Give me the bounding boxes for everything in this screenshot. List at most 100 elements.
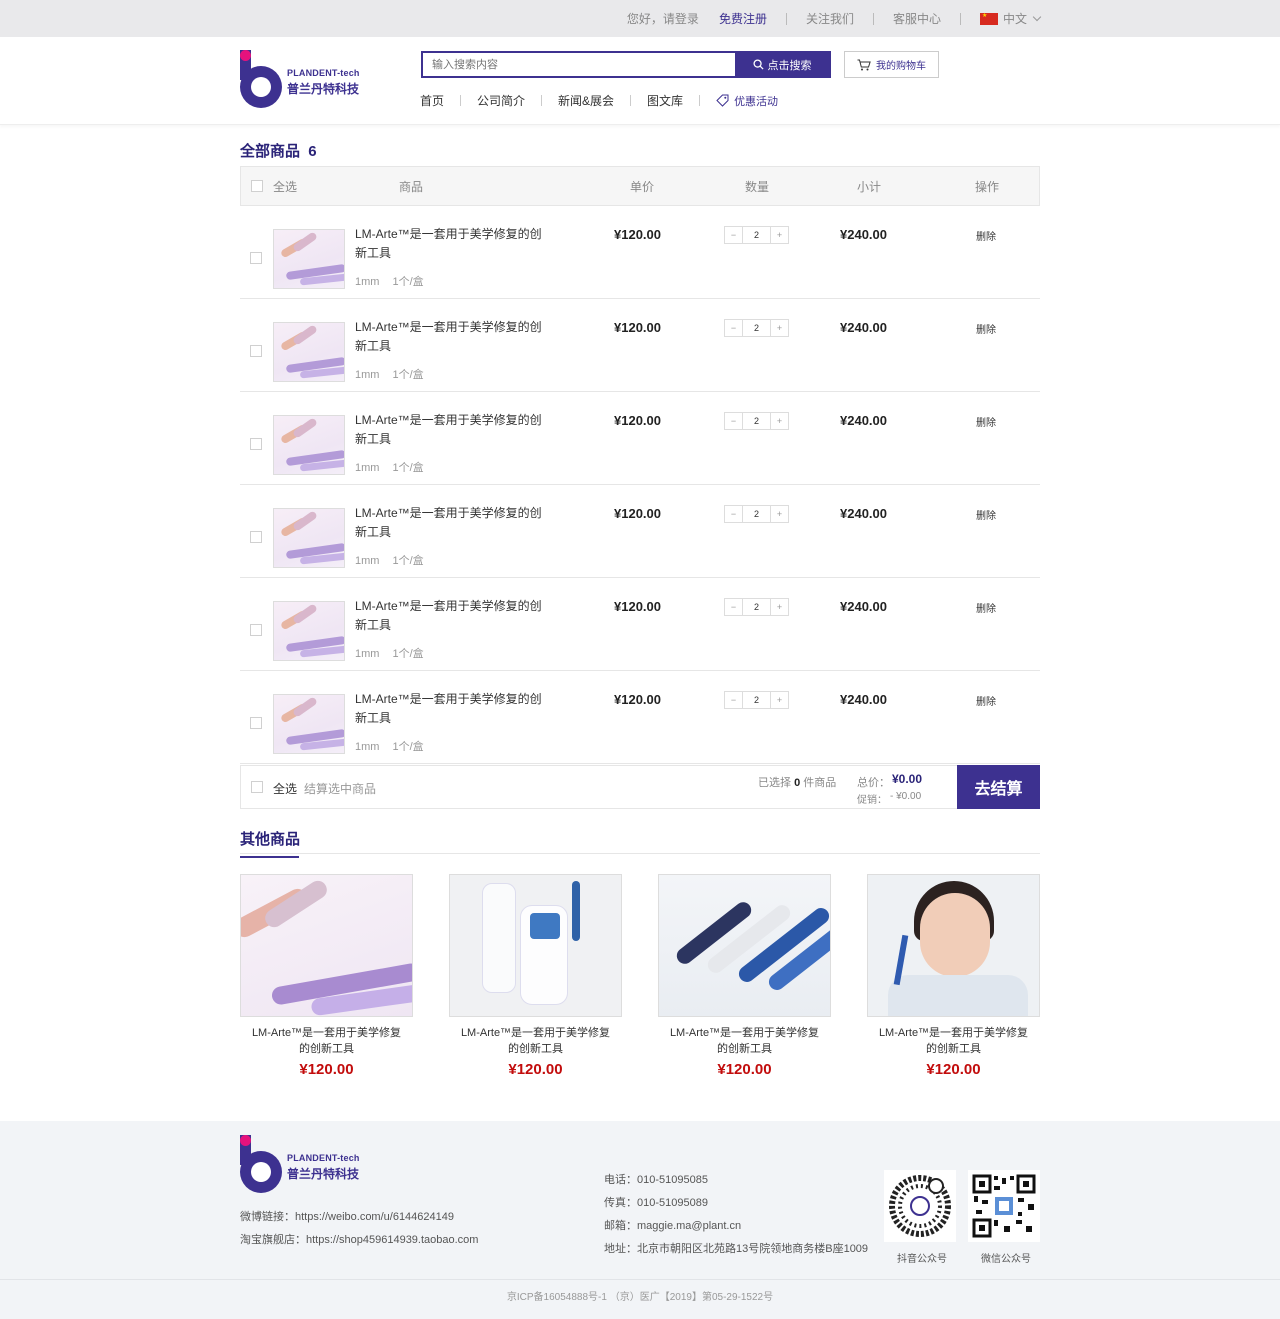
row-checkbox[interactable] bbox=[250, 717, 262, 729]
taobao-link[interactable]: 淘宝旗舰店：https://shop459614939.taobao.com bbox=[240, 1231, 478, 1247]
product-name[interactable]: LM-Arte™是一套用于美学修复的创新工具 bbox=[355, 318, 545, 356]
product-name[interactable]: LM-Arte™是一套用于美学修复的创新工具 bbox=[355, 504, 545, 542]
delete-button[interactable]: 删除 bbox=[976, 228, 996, 243]
my-cart-button[interactable]: 我的购物车 bbox=[844, 51, 939, 78]
decrement-button[interactable]: − bbox=[725, 413, 742, 429]
product-name[interactable]: LM-Arte™是一套用于美学修复的创新工具 bbox=[355, 597, 545, 635]
unit-price: ¥120.00 bbox=[614, 506, 661, 521]
product-card-title[interactable]: LM-Arte™是一套用于美学修复的创新工具 bbox=[658, 1025, 831, 1057]
row-checkbox[interactable] bbox=[250, 345, 262, 357]
product-thumbnail[interactable] bbox=[273, 601, 345, 661]
row-subtotal: ¥240.00 bbox=[840, 692, 887, 707]
row-checkbox[interactable] bbox=[250, 252, 262, 264]
delete-button[interactable]: 删除 bbox=[976, 414, 996, 429]
increment-button[interactable]: + bbox=[771, 320, 788, 336]
quantity-input[interactable]: 2 bbox=[742, 320, 771, 336]
divider bbox=[240, 853, 1040, 854]
delete-button[interactable]: 删除 bbox=[976, 507, 996, 522]
nav-news[interactable]: 新闻&展会 bbox=[558, 92, 614, 109]
service-center-link[interactable]: 客服中心 bbox=[893, 10, 941, 27]
douyin-qr-icon bbox=[889, 1175, 951, 1237]
brand-name-en: PLANDENT-tech bbox=[287, 1153, 360, 1163]
nav-promotions[interactable]: 优惠活动 bbox=[716, 93, 778, 109]
follow-us-link[interactable]: 关注我们 bbox=[806, 10, 854, 27]
product-name[interactable]: LM-Arte™是一套用于美学修复的创新工具 bbox=[355, 225, 545, 263]
delete-button[interactable]: 删除 bbox=[976, 600, 996, 615]
weibo-link[interactable]: 微博链接：https://weibo.com/u/6144624149 bbox=[240, 1208, 454, 1224]
product-thumbnail[interactable] bbox=[273, 229, 345, 289]
product-image[interactable] bbox=[658, 874, 831, 1017]
product-card-title[interactable]: LM-Arte™是一套用于美学修复的创新工具 bbox=[449, 1025, 622, 1057]
product-image[interactable] bbox=[867, 874, 1040, 1017]
login-link[interactable]: 您好，请登录 bbox=[627, 10, 699, 27]
brand-name-cn: 普兰丹特科技 bbox=[287, 82, 360, 96]
quantity-input[interactable]: 2 bbox=[742, 227, 771, 243]
select-all-checkbox[interactable] bbox=[251, 180, 263, 192]
delete-button[interactable]: 删除 bbox=[976, 693, 996, 708]
product-thumbnail[interactable] bbox=[273, 415, 345, 475]
unit-price: ¥120.00 bbox=[614, 692, 661, 707]
search-button[interactable]: 点击搜索 bbox=[735, 53, 829, 76]
language-selector[interactable]: 中文 bbox=[979, 10, 1042, 27]
product-card[interactable]: LM-Arte™是一套用于美学修复的创新工具 ¥120.00 bbox=[867, 874, 1040, 1078]
cart-row: LM-Arte™是一套用于美学修复的创新工具 1mm 1个/盒 ¥120.00 −2 + ¥… bbox=[240, 392, 1040, 485]
increment-button[interactable]: + bbox=[771, 506, 788, 522]
product-image[interactable] bbox=[240, 874, 413, 1017]
row-checkbox[interactable] bbox=[250, 531, 262, 543]
product-card[interactable]: LM-Arte™是一套用于美学修复的创新工具 ¥120.00 bbox=[449, 874, 622, 1078]
nav-home[interactable]: 首页 bbox=[420, 92, 444, 109]
product-name[interactable]: LM-Arte™是一套用于美学修复的创新工具 bbox=[355, 690, 545, 728]
promo-value: - ¥0.00 bbox=[890, 791, 922, 802]
product-thumbnail[interactable] bbox=[273, 508, 345, 568]
product-card[interactable]: LM-Arte™是一套用于美学修复的创新工具 ¥120.00 bbox=[240, 874, 413, 1078]
product-image[interactable] bbox=[449, 874, 622, 1017]
brand-logo[interactable]: PLANDENT-tech 普兰丹特科技 bbox=[240, 50, 370, 110]
footer-select-all-checkbox[interactable] bbox=[251, 781, 263, 793]
product-card-title[interactable]: LM-Arte™是一套用于美学修复的创新工具 bbox=[867, 1025, 1040, 1057]
product-spec: 1mm 1个/盒 bbox=[355, 738, 424, 754]
product-card[interactable]: LM-Arte™是一套用于美学修复的创新工具 ¥120.00 bbox=[658, 874, 831, 1078]
product-thumbnail[interactable] bbox=[273, 694, 345, 754]
increment-button[interactable]: + bbox=[771, 227, 788, 243]
header-select-all: 全选 bbox=[273, 179, 298, 194]
product-size: 1mm bbox=[355, 741, 380, 753]
decrement-button[interactable]: − bbox=[725, 692, 742, 708]
decrement-button[interactable]: − bbox=[725, 506, 742, 522]
quantity-input[interactable]: 2 bbox=[742, 413, 771, 429]
cart-count: 6 bbox=[308, 143, 317, 160]
footer-logo[interactable]: PLANDENT-tech 普兰丹特科技 bbox=[240, 1135, 370, 1195]
delete-button[interactable]: 删除 bbox=[976, 321, 996, 336]
site-footer: PLANDENT-tech 普兰丹特科技 微博链接：https://weibo.… bbox=[0, 1121, 1280, 1319]
my-cart-label: 我的购物车 bbox=[876, 61, 926, 72]
product-card-title[interactable]: LM-Arte™是一套用于美学修复的创新工具 bbox=[240, 1025, 413, 1057]
decrement-button[interactable]: − bbox=[725, 599, 742, 615]
quantity-input[interactable]: 2 bbox=[742, 506, 771, 522]
decrement-button[interactable]: − bbox=[725, 320, 742, 336]
site-header: PLANDENT-tech 普兰丹特科技 点击搜索 我的购物车 首页 公司简介 … bbox=[0, 37, 1280, 125]
header-product: 商品 bbox=[399, 179, 424, 194]
row-checkbox[interactable] bbox=[250, 624, 262, 636]
brand-name-en: PLANDENT-tech bbox=[287, 68, 360, 78]
search-input[interactable] bbox=[423, 53, 735, 76]
quantity-input[interactable]: 2 bbox=[742, 692, 771, 708]
footer-select-all-label[interactable]: 全选 bbox=[273, 780, 297, 797]
product-name[interactable]: LM-Arte™是一套用于美学修复的创新工具 bbox=[355, 411, 545, 449]
nav-about[interactable]: 公司简介 bbox=[477, 92, 525, 109]
increment-button[interactable]: + bbox=[771, 692, 788, 708]
checkout-selected-link[interactable]: 结算选中商品 bbox=[304, 780, 376, 797]
register-link[interactable]: 免费注册 bbox=[719, 10, 767, 27]
increment-button[interactable]: + bbox=[771, 413, 788, 429]
row-checkbox[interactable] bbox=[250, 438, 262, 450]
search-icon bbox=[752, 59, 764, 70]
product-card-price: ¥120.00 bbox=[926, 1061, 981, 1078]
quantity-input[interactable]: 2 bbox=[742, 599, 771, 615]
product-thumbnail[interactable] bbox=[273, 322, 345, 382]
cart-row: LM-Arte™是一套用于美学修复的创新工具 1mm 1个/盒 ¥120.00 −2 + ¥… bbox=[240, 671, 1040, 764]
increment-button[interactable]: + bbox=[771, 599, 788, 615]
cart-title: 全部商品 6 bbox=[240, 140, 317, 170]
checkout-button[interactable]: 去结算 bbox=[957, 765, 1040, 809]
product-spec: 1mm 1个/盒 bbox=[355, 366, 424, 382]
nav-gallery[interactable]: 图文库 bbox=[647, 92, 683, 109]
divider bbox=[699, 95, 701, 106]
decrement-button[interactable]: − bbox=[725, 227, 742, 243]
